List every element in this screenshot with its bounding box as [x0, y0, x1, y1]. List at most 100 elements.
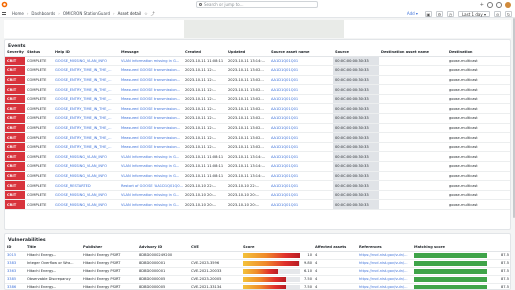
table-row[interactable]: CRIT COMPLETE GOOSE_ENTRY_TIME_IN_THE_... M…: [5, 65, 510, 76]
avatar[interactable]: [505, 1, 511, 8]
share-icon[interactable]: ⤴: [151, 9, 155, 18]
vuln-id-link[interactable]: 3386: [5, 283, 25, 289]
message-link[interactable]: VLAN information missing in G...: [119, 56, 183, 67]
vuln-id-link[interactable]: 3015: [5, 251, 25, 260]
table-row[interactable]: 3386 Hitachi Energy... Hitachi Energy PSIR…: [5, 283, 510, 289]
help-icon[interactable]: [487, 1, 493, 8]
message-link[interactable]: Measured GOOSE transmission...: [119, 113, 183, 124]
map-area[interactable]: [184, 20, 344, 38]
events-column-header[interactable]: Source asset name: [269, 49, 333, 57]
table-row[interactable]: CRIT COMPLETE GOOSE_MISSING_VLAN_INFO VLAN …: [5, 161, 510, 172]
message-link[interactable]: Measured GOOSE transmission...: [119, 142, 183, 153]
search-input[interactable]: Search or jump to...: [196, 1, 318, 8]
help-id-link[interactable]: GOOSE_ENTRY_TIME_IN_THE_...: [53, 65, 119, 76]
vuln-reference-link[interactable]: https://nvd.nist.gov/vuln/...: [357, 275, 412, 284]
time-range-picker[interactable]: Last 1 day ▾: [457, 10, 490, 17]
table-row[interactable]: CRIT COMPLETE GOOSE_MISSING_VLAN_INFO VLAN …: [5, 199, 510, 210]
table-row[interactable]: 3363 Hitachi Energy... Hitachi Energy PSIR…: [5, 267, 510, 276]
vulnerabilities-column-header[interactable]: CVE: [189, 243, 241, 252]
message-link[interactable]: VLAN information missing in G...: [119, 151, 183, 163]
help-id-link[interactable]: GOOSE_RESTARTED: [53, 180, 119, 191]
table-row[interactable]: 3383 Integer Overflow or Wra... Hitachi En…: [5, 259, 510, 268]
table-row[interactable]: CRIT COMPLETE GOOSE_ENTRY_TIME_IN_THE_... M…: [5, 84, 510, 95]
breadcrumb-home[interactable]: Home: [12, 9, 24, 18]
message-link[interactable]: VLAN information missing in G...: [119, 161, 183, 172]
source-asset-link[interactable]: AA1D1Q01Q01: [269, 190, 333, 201]
table-row[interactable]: 3015 Hitachi Energy... Hitachi Energy PSIR…: [5, 251, 510, 260]
time-picker-icon[interactable]: ◷: [446, 10, 454, 17]
save-icon[interactable]: ▣: [424, 10, 432, 17]
events-column-header[interactable]: Source: [333, 49, 379, 57]
events-column-header[interactable]: Severity: [5, 49, 25, 57]
help-id-link[interactable]: GOOSE_ENTRY_TIME_IN_THE_...: [53, 132, 119, 143]
vulnerabilities-column-header[interactable]: Score: [241, 243, 313, 252]
table-row[interactable]: CRIT COMPLETE GOOSE_ENTRY_TIME_IN_THE_... M…: [5, 113, 510, 124]
breadcrumb-dashboards[interactable]: Dashboards: [31, 9, 55, 18]
events-column-header[interactable]: Message: [119, 49, 183, 57]
vuln-reference-link[interactable]: https://nvd.nist.gov/vuln/...: [357, 267, 412, 276]
events-column-header[interactable]: Destination asset name: [379, 49, 447, 57]
source-asset-link[interactable]: AA1D1Q01Q01: [269, 65, 333, 76]
vulnerabilities-column-header[interactable]: Matching score: [412, 243, 510, 252]
new-plus-icon[interactable]: +: [480, 2, 484, 8]
message-link[interactable]: Measured GOOSE transmission...: [119, 103, 183, 115]
source-asset-link[interactable]: AA1D1Q01Q01: [269, 132, 333, 143]
source-asset-link[interactable]: AA1D1Q01Q01: [269, 113, 333, 124]
message-link[interactable]: Measured GOOSE transmission...: [119, 123, 183, 134]
help-id-link[interactable]: GOOSE_MISSING_VLAN_INFO: [53, 199, 119, 210]
source-asset-link[interactable]: AA1D1Q01Q01: [269, 151, 333, 163]
source-asset-link[interactable]: AA1D1Q01Q01: [269, 199, 333, 210]
table-row[interactable]: CRIT COMPLETE GOOSE_ENTRY_TIME_IN_THE_... M…: [5, 123, 510, 134]
events-column-header[interactable]: Updated: [226, 49, 269, 57]
help-id-link[interactable]: GOOSE_ENTRY_TIME_IN_THE_...: [53, 84, 119, 95]
help-id-link[interactable]: GOOSE_ENTRY_TIME_IN_THE_...: [53, 103, 119, 115]
events-column-header[interactable]: Created: [183, 49, 226, 57]
menu-icon[interactable]: [2, 12, 6, 15]
help-id-link[interactable]: GOOSE_MISSING_VLAN_INFO: [53, 151, 119, 163]
source-asset-link[interactable]: AA1D1Q01Q01: [269, 75, 333, 86]
help-id-link[interactable]: GOOSE_ENTRY_TIME_IN_THE_...: [53, 75, 119, 86]
source-asset-link[interactable]: AA1D1Q01Q01: [269, 84, 333, 95]
message-link[interactable]: VLAN information missing in G...: [119, 190, 183, 201]
help-id-link[interactable]: GOOSE_ENTRY_TIME_IN_THE_...: [53, 94, 119, 105]
news-icon[interactable]: [496, 1, 502, 8]
settings-icon[interactable]: ⚙: [435, 10, 443, 17]
vulnerabilities-column-header[interactable]: Publisher: [81, 243, 137, 252]
message-link[interactable]: VLAN information missing in G...: [119, 171, 183, 182]
table-row[interactable]: CRIT COMPLETE GOOSE_MISSING_VLAN_INFO VLAN …: [5, 171, 510, 182]
message-link[interactable]: Measured GOOSE transmission...: [119, 132, 183, 143]
vulnerabilities-column-header[interactable]: Advisory ID: [137, 243, 189, 252]
table-row[interactable]: CRIT COMPLETE GOOSE_MISSING_VLAN_INFO VLAN …: [5, 151, 510, 163]
vuln-reference-link[interactable]: https://nvd.nist.gov/vuln/...: [357, 283, 412, 289]
message-link[interactable]: VLAN information missing in G...: [119, 199, 183, 210]
zoom-out-icon[interactable]: ⊖: [494, 10, 501, 17]
vuln-id-link[interactable]: 3383: [5, 259, 25, 268]
table-row[interactable]: CRIT COMPLETE GOOSE_ENTRY_TIME_IN_THE_... M…: [5, 132, 510, 143]
source-asset-link[interactable]: AA1D1Q01Q01: [269, 94, 333, 105]
vuln-id-link[interactable]: 3385: [5, 275, 25, 284]
vuln-id-link[interactable]: 3363: [5, 267, 25, 276]
table-row[interactable]: CRIT COMPLETE GOOSE_RESTARTED Restart of GO…: [5, 180, 510, 191]
refresh-icon[interactable]: ↻: [505, 10, 512, 17]
vulnerabilities-column-header[interactable]: Title: [25, 243, 81, 252]
grafana-logo-icon[interactable]: [1, 1, 8, 8]
message-link[interactable]: Measured GOOSE transmission...: [119, 65, 183, 76]
vuln-reference-link[interactable]: https://nvd.nist.gov/vuln/...: [357, 251, 412, 260]
add-button[interactable]: Add ▾: [403, 10, 421, 17]
events-column-header[interactable]: Status: [25, 49, 53, 57]
message-link[interactable]: Restart of GOOSE 'AA1D1Q01Q0...: [119, 180, 183, 191]
help-id-link[interactable]: GOOSE_MISSING_VLAN_INFO: [53, 190, 119, 201]
help-id-link[interactable]: GOOSE_MISSING_VLAN_INFO: [53, 161, 119, 172]
message-link[interactable]: Measured GOOSE transmission...: [119, 94, 183, 105]
vuln-reference-link[interactable]: https://nvd.nist.gov/vuln/...: [357, 259, 412, 268]
source-asset-link[interactable]: AA1D1Q01Q01: [269, 180, 333, 191]
source-asset-link[interactable]: AA1D1Q01Q01: [269, 123, 333, 134]
source-asset-link[interactable]: AA1D1Q01Q01: [269, 161, 333, 172]
table-row[interactable]: CRIT COMPLETE GOOSE_ENTRY_TIME_IN_THE_... M…: [5, 142, 510, 153]
message-link[interactable]: Measured GOOSE transmission...: [119, 75, 183, 86]
help-id-link[interactable]: GOOSE_ENTRY_TIME_IN_THE_...: [53, 113, 119, 124]
source-asset-link[interactable]: AA1D1Q01Q01: [269, 142, 333, 153]
vulnerabilities-column-header[interactable]: References: [357, 243, 412, 252]
breadcrumb-folder[interactable]: OMICRON StationGuard: [63, 9, 110, 18]
source-asset-link[interactable]: AA1D1Q01Q01: [269, 171, 333, 182]
